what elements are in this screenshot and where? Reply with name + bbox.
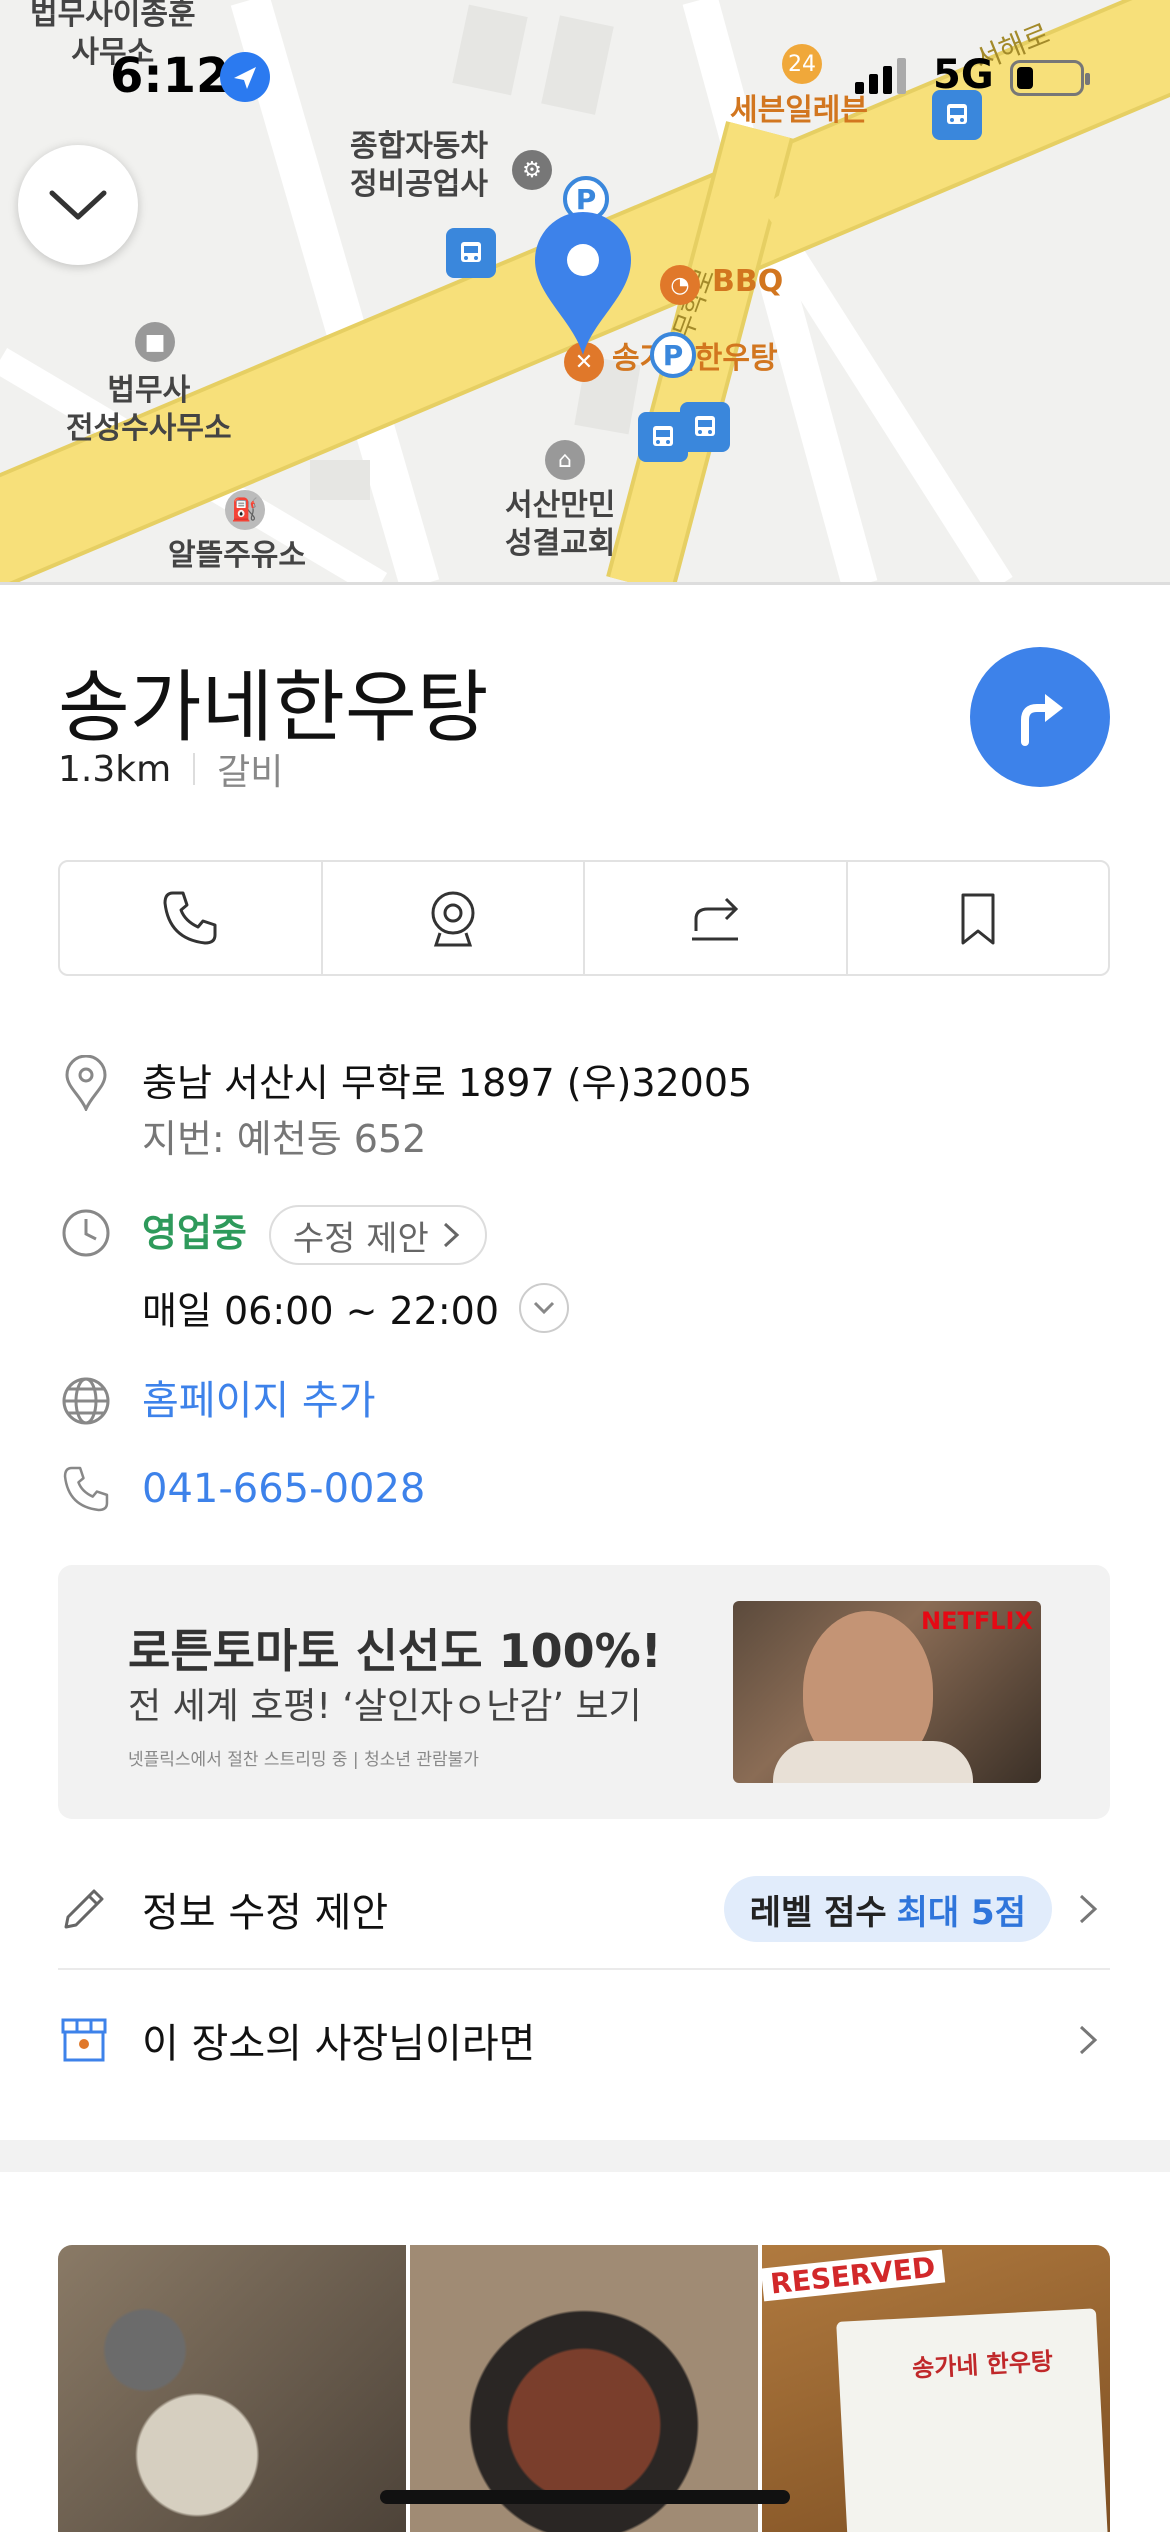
place-title: 송가네한우탕 [58, 663, 489, 753]
hours-row: 영업중 수정 제안 [58, 1205, 487, 1265]
owner-label: 이 장소의 사장님이라면 [142, 2021, 536, 2067]
divider [193, 753, 196, 785]
directions-button[interactable] [970, 647, 1110, 787]
reserved-sign: RESERVED [760, 2249, 945, 2302]
hours-detail[interactable]: 매일 06:00 ~ 22:00 [142, 1280, 570, 1335]
signal-icon [855, 58, 906, 94]
level-score-badge: 레벨 점수 최대 5점 [723, 1876, 1052, 1942]
ad-fine-print: 넷플릭스에서 절찬 스트리밍 중 | 청소년 관람불가 [128, 1750, 479, 1770]
map-label[interactable]: 알뜰주유소 [168, 537, 306, 575]
share-icon [692, 897, 739, 941]
map-label[interactable]: 법무사 전성수사무소 [66, 372, 232, 448]
chevron-down-icon [533, 1301, 555, 1314]
ad-subline: 전 세계 호평! ‘살인자ㅇ난감’ 보기 [128, 1686, 642, 1727]
location-pin-icon[interactable] [533, 210, 633, 360]
status-bar: 6:12 5G [0, 40, 1170, 110]
street-view-button[interactable] [323, 862, 585, 974]
photo-business-card[interactable]: RESERVED 송가네 한우탕 [760, 2245, 1110, 2532]
hours-text: 매일 06:00 ~ 22:00 [142, 1289, 500, 1333]
suggest-edit-pill[interactable]: 수정 제안 [268, 1205, 487, 1265]
open-status: 영업중 [142, 1211, 247, 1255]
network-type: 5G [933, 52, 994, 98]
bookmark-icon [961, 893, 995, 945]
owner-row[interactable]: 이 장소의 사장님이라면 [58, 1975, 1110, 2105]
place-detail-panel: 송가네한우탕 1.3km 갈비 충남 서산시 무학로 1897 (우)32005 [0, 585, 1170, 2532]
collapse-button[interactable] [18, 145, 138, 265]
call-button[interactable] [60, 862, 323, 974]
phone-icon [58, 1461, 114, 1517]
phone-row[interactable]: 041-665-0028 [58, 1461, 425, 1517]
expand-hours-button[interactable] [519, 1282, 570, 1333]
church-icon[interactable]: ⌂ [545, 440, 585, 480]
address-row: 충남 서산시 무학로 1897 (우)32005 지번: 예천동 652 [58, 1055, 752, 1167]
distance: 1.3km [58, 748, 172, 790]
home-indicator[interactable] [380, 2490, 790, 2504]
globe-icon [58, 1373, 114, 1429]
ad-person-shirt [773, 1741, 973, 1783]
ad-banner[interactable]: 로튼토마토 신선도 100%! 전 세계 호평! ‘살인자ㅇ난감’ 보기 넷플릭… [58, 1565, 1110, 1819]
business-card-title: 송가네 한우탕 [911, 2347, 1054, 2383]
street-view-icon [431, 891, 475, 947]
section-divider [0, 2140, 1170, 2172]
ad-headline: 로튼토마토 신선도 100%! [128, 1624, 662, 1678]
status-time: 6:12 [110, 48, 230, 104]
add-homepage-link[interactable]: 홈페이지 추가 [142, 1373, 376, 1429]
place-meta: 1.3km 갈비 [58, 743, 283, 795]
suggest-edit-label: 수정 제안 [292, 1218, 429, 1259]
netflix-logo: NETFLIX [921, 1607, 1033, 1635]
business-card [836, 2308, 1108, 2532]
gas-station-icon[interactable]: ⛽ [225, 490, 265, 530]
phone-icon [163, 891, 217, 945]
photo-gallery[interactable]: RESERVED 송가네 한우탕 [58, 2245, 1110, 2532]
chevron-right-icon [1079, 1894, 1098, 1924]
lot-address-text: 지번: 예천동 652 [142, 1117, 427, 1161]
address-text[interactable]: 충남 서산시 무학로 1897 (우)32005 [142, 1055, 752, 1111]
location-arrow-icon [220, 52, 270, 102]
restaurant-icon[interactable]: ◔ [660, 265, 700, 305]
photo-soup[interactable] [410, 2245, 758, 2532]
chevron-right-icon [443, 1222, 460, 1248]
parking-icon[interactable]: P [650, 332, 696, 378]
bus-stop-icon[interactable] [680, 402, 730, 452]
category: 갈비 [217, 752, 284, 793]
badge-prefix: 레벨 점수 [749, 1892, 887, 1933]
turn-right-arrow-icon [1021, 694, 1063, 746]
bookmark-button[interactable] [848, 862, 1109, 974]
pencil-icon [64, 1889, 104, 1929]
map-label[interactable]: 종합자동차 정비공업사 [350, 128, 488, 204]
ad-image: NETFLIX [733, 1601, 1041, 1783]
share-button[interactable] [585, 862, 848, 974]
badge-highlight: 최대 5점 [896, 1892, 1026, 1933]
action-bar [58, 860, 1110, 976]
store-icon [61, 2018, 107, 2062]
photo-food-table[interactable] [58, 2245, 406, 2532]
clock-icon [58, 1205, 114, 1261]
chevron-right-icon [1079, 2025, 1098, 2055]
map-label[interactable]: BBQ [712, 263, 783, 301]
bus-stop-icon[interactable] [446, 228, 496, 278]
homepage-row[interactable]: 홈페이지 추가 [58, 1373, 376, 1429]
suggest-edit-label: 정보 수정 제안 [142, 1890, 389, 1936]
battery-icon [1010, 60, 1090, 96]
office-icon[interactable]: ■ [135, 322, 175, 362]
car-repair-icon[interactable]: ⚙ [512, 150, 552, 190]
chevron-down-icon [49, 190, 107, 220]
map-view[interactable]: 서해로 무학로 법무사이종훈 사무소 종합자동차 정비공업사 세븐일레븐 BBQ… [0, 0, 1170, 585]
phone-number-link[interactable]: 041-665-0028 [142, 1461, 425, 1517]
location-pin-icon [58, 1055, 114, 1111]
suggest-edit-row[interactable]: 정보 수정 제안 레벨 점수 최대 5점 [58, 1850, 1110, 1970]
map-label[interactable]: 서산만민 성결교회 [505, 487, 615, 563]
